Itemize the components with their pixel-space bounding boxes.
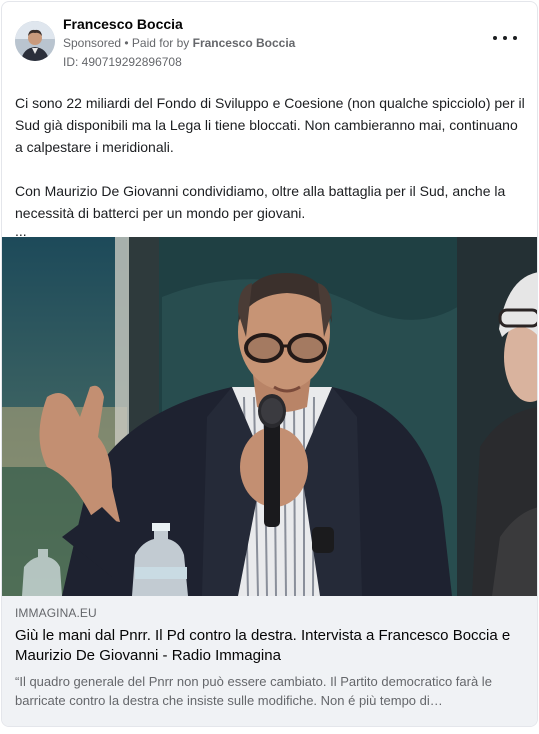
paid-for-prefix: Paid for by: [131, 36, 193, 50]
more-horizontal-icon: [513, 36, 517, 40]
interview-photo: [2, 237, 537, 596]
more-options-button[interactable]: [493, 30, 517, 46]
ad-id: ID: 490719292896708: [63, 55, 182, 69]
more-horizontal-icon: [503, 36, 507, 40]
post-image[interactable]: [2, 237, 537, 596]
sponsored-label[interactable]: Sponsored: [63, 36, 121, 50]
paid-for-name: Francesco Boccia: [192, 36, 296, 50]
avatar[interactable]: [15, 21, 55, 61]
link-description: “Il quadro generale del Pnrr non può ess…: [15, 674, 492, 708]
sponsored-meta: Sponsored • Paid for by Francesco Boccia: [63, 36, 295, 50]
more-horizontal-icon: [493, 36, 497, 40]
sponsored-post-card: Francesco Boccia Sponsored • Paid for by…: [1, 1, 538, 727]
author-name[interactable]: Francesco Boccia: [63, 16, 183, 32]
avatar-image: [15, 21, 55, 61]
link-domain: IMMAGINA.EU: [15, 606, 97, 620]
link-title[interactable]: Giù le mani dal Pnrr. Il Pd contro la de…: [15, 626, 526, 666]
post-paragraph: Ci sono 22 miliardi del Fondo di Svilupp…: [15, 95, 525, 155]
see-more-ellipsis[interactable]: ...: [15, 224, 527, 238]
post-paragraph: Con Maurizio De Giovanni condividiamo, o…: [15, 183, 506, 221]
meta-separator: •: [121, 36, 132, 50]
link-preview[interactable]: IMMAGINA.EU Giù le mani dal Pnrr. Il Pd …: [2, 596, 537, 726]
post-header: Francesco Boccia Sponsored • Paid for by…: [2, 2, 537, 72]
post-text: Ci sono 22 miliardi del Fondo di Svilupp…: [15, 92, 527, 238]
